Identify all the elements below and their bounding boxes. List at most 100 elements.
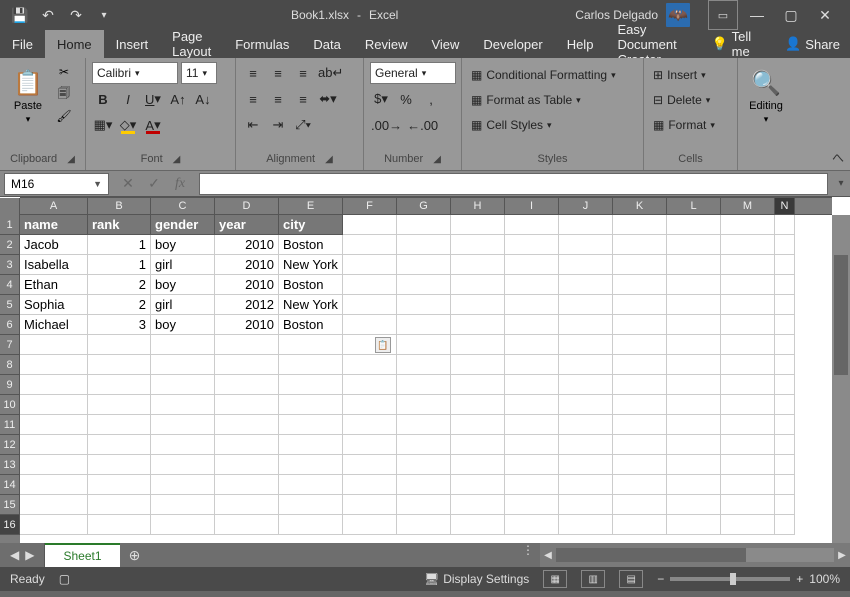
row-header-4[interactable]: 4 bbox=[0, 275, 20, 295]
cell[interactable] bbox=[343, 235, 397, 255]
cell[interactable]: Ethan bbox=[20, 275, 88, 295]
cell[interactable] bbox=[215, 415, 279, 435]
cell[interactable] bbox=[613, 435, 667, 455]
row-header-13[interactable]: 13 bbox=[0, 455, 20, 475]
cell[interactable] bbox=[151, 335, 215, 355]
normal-view-icon[interactable]: ▦ bbox=[543, 570, 567, 588]
cell[interactable] bbox=[20, 475, 88, 495]
cell[interactable] bbox=[215, 355, 279, 375]
cell[interactable] bbox=[775, 295, 795, 315]
cell[interactable] bbox=[613, 295, 667, 315]
cell[interactable] bbox=[215, 475, 279, 495]
cell[interactable] bbox=[151, 435, 215, 455]
cell[interactable]: Boston bbox=[279, 315, 343, 335]
column-header-H[interactable]: H bbox=[451, 198, 505, 214]
ribbon-tab-file[interactable]: File bbox=[0, 30, 45, 58]
cell[interactable] bbox=[613, 515, 667, 535]
cell[interactable] bbox=[613, 275, 667, 295]
column-header-F[interactable]: F bbox=[343, 198, 397, 214]
cell[interactable] bbox=[721, 475, 775, 495]
close-icon[interactable]: ✕ bbox=[810, 0, 840, 30]
cell[interactable] bbox=[775, 455, 795, 475]
comma-icon[interactable]: , bbox=[420, 88, 442, 110]
cell[interactable] bbox=[397, 475, 451, 495]
cell[interactable] bbox=[279, 355, 343, 375]
ribbon-tab-formulas[interactable]: Formulas bbox=[223, 30, 301, 58]
redo-icon[interactable]: ↷ bbox=[66, 5, 86, 25]
scrollbar-thumb[interactable] bbox=[556, 548, 746, 562]
cell[interactable] bbox=[397, 315, 451, 335]
cell[interactable]: 2010 bbox=[215, 275, 279, 295]
cell[interactable] bbox=[20, 395, 88, 415]
cell[interactable] bbox=[397, 235, 451, 255]
cell[interactable]: Sophia bbox=[20, 295, 88, 315]
cell[interactable] bbox=[451, 315, 505, 335]
ribbon-tab-review[interactable]: Review bbox=[353, 30, 420, 58]
page-layout-view-icon[interactable]: ▥ bbox=[581, 570, 605, 588]
macro-record-icon[interactable]: ▢ bbox=[59, 572, 70, 586]
cell[interactable] bbox=[397, 435, 451, 455]
cell[interactable] bbox=[559, 215, 613, 235]
cell[interactable] bbox=[279, 375, 343, 395]
cell[interactable] bbox=[451, 255, 505, 275]
sheet-nav[interactable]: ◀ ▶ bbox=[0, 543, 45, 567]
cell[interactable] bbox=[279, 515, 343, 535]
insert-cells-button[interactable]: ⊞Insert▾ bbox=[650, 64, 709, 86]
cell[interactable]: 2010 bbox=[215, 255, 279, 275]
cell[interactable] bbox=[88, 435, 151, 455]
scroll-right-icon[interactable]: ▶ bbox=[834, 550, 850, 561]
format-as-table-button[interactable]: ▦Format as Table▾ bbox=[468, 89, 584, 111]
cell[interactable] bbox=[215, 515, 279, 535]
cell[interactable]: boy bbox=[151, 315, 215, 335]
cell[interactable] bbox=[613, 495, 667, 515]
cell[interactable] bbox=[559, 295, 613, 315]
dialog-launcher-icon[interactable]: ◢ bbox=[67, 154, 75, 165]
cell[interactable] bbox=[559, 435, 613, 455]
cell[interactable] bbox=[88, 355, 151, 375]
scroll-left-icon[interactable]: ◀ bbox=[540, 550, 556, 561]
cell[interactable] bbox=[721, 395, 775, 415]
cell[interactable] bbox=[505, 335, 559, 355]
column-header-M[interactable]: M bbox=[721, 198, 775, 214]
cell[interactable] bbox=[397, 295, 451, 315]
cell[interactable] bbox=[721, 315, 775, 335]
cell[interactable] bbox=[505, 295, 559, 315]
cell[interactable] bbox=[559, 375, 613, 395]
cell[interactable] bbox=[88, 495, 151, 515]
cell[interactable]: boy bbox=[151, 275, 215, 295]
cell[interactable] bbox=[343, 295, 397, 315]
scrollbar-track[interactable] bbox=[556, 548, 834, 562]
zoom-slider[interactable] bbox=[670, 577, 790, 581]
dialog-launcher-icon[interactable]: ◢ bbox=[433, 154, 441, 165]
cell[interactable] bbox=[151, 415, 215, 435]
cell[interactable] bbox=[505, 275, 559, 295]
cell[interactable] bbox=[667, 455, 721, 475]
cell[interactable] bbox=[667, 375, 721, 395]
cell[interactable] bbox=[215, 455, 279, 475]
cell[interactable] bbox=[505, 455, 559, 475]
cell[interactable] bbox=[451, 375, 505, 395]
row-header-12[interactable]: 12 bbox=[0, 435, 20, 455]
cell[interactable] bbox=[343, 215, 397, 235]
cell[interactable] bbox=[20, 415, 88, 435]
paste-button[interactable]: 📋 Paste ▾ bbox=[6, 62, 50, 132]
cell[interactable]: 2012 bbox=[215, 295, 279, 315]
cell[interactable] bbox=[397, 395, 451, 415]
cell[interactable] bbox=[613, 455, 667, 475]
cell[interactable] bbox=[20, 335, 88, 355]
cell[interactable]: boy bbox=[151, 235, 215, 255]
row-header-9[interactable]: 9 bbox=[0, 375, 20, 395]
cell[interactable] bbox=[667, 295, 721, 315]
cell[interactable] bbox=[88, 375, 151, 395]
wrap-text-icon[interactable]: ab↵ bbox=[317, 62, 344, 84]
cell[interactable] bbox=[775, 315, 795, 335]
cell[interactable]: Boston bbox=[279, 235, 343, 255]
format-painter-icon[interactable]: 🖌 bbox=[54, 106, 74, 126]
cell[interactable] bbox=[397, 215, 451, 235]
cell[interactable] bbox=[559, 355, 613, 375]
row-header-3[interactable]: 3 bbox=[0, 255, 20, 275]
cell[interactable] bbox=[88, 395, 151, 415]
font-size-combo[interactable]: 11▾ bbox=[181, 62, 217, 84]
sheet-next-icon[interactable]: ▶ bbox=[25, 548, 34, 562]
cell[interactable] bbox=[505, 435, 559, 455]
